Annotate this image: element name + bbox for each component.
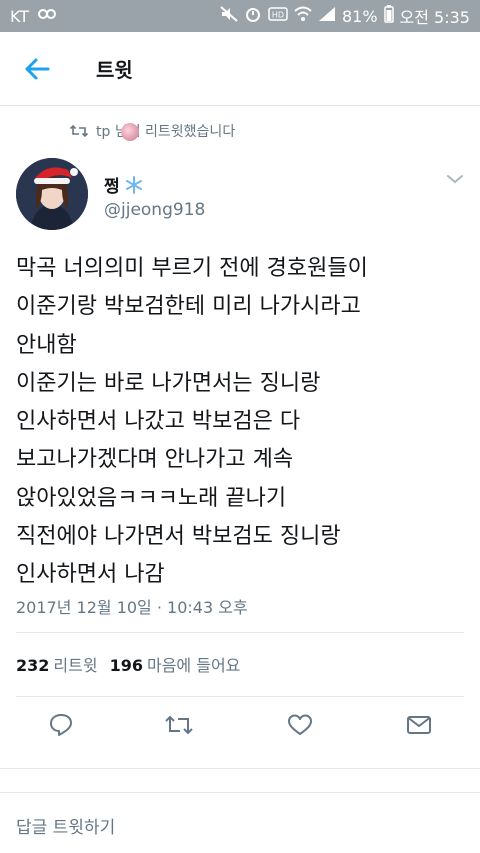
link-icon	[37, 7, 57, 25]
mute-icon	[220, 6, 238, 26]
tweet-stats: 232 리트윗 196 마음에 들어요	[16, 652, 240, 676]
tweet-menu-button[interactable]	[446, 170, 464, 189]
alarm-icon	[244, 5, 262, 27]
wifi-icon	[294, 6, 312, 26]
reply-button[interactable]	[46, 710, 76, 740]
retweeted-by[interactable]: tp 님이 리트윗했습니다	[70, 121, 235, 141]
direct-message-button[interactable]	[404, 710, 434, 740]
back-button[interactable]	[0, 32, 74, 106]
heart-icon	[288, 714, 312, 735]
svg-text:HD: HD	[272, 11, 284, 20]
retweet-icon	[70, 124, 88, 138]
battery-icon	[383, 5, 394, 27]
tweet-timestamp[interactable]: 2017년 12월 10일 · 10:43 오후	[16, 594, 248, 618]
tweet-text: 막곡 너의의미 부르기 전에 경호원들이 이준기랑 박보검한테 미리 나가시라고…	[16, 256, 368, 588]
retweets-count: 232	[16, 656, 50, 675]
divider	[16, 632, 464, 633]
retweeter-avatar	[121, 123, 139, 141]
reply-icon	[50, 714, 72, 736]
chevron-down-icon	[447, 175, 463, 184]
app-bar: 트윗	[0, 32, 480, 106]
tweet-author: 쩡 @jjeong918	[16, 158, 464, 232]
likes-label: 마음에 들어요	[146, 656, 241, 675]
carrier-label: KT	[10, 6, 30, 26]
retweeted-by-text: tp 님이 리트윗했습니다	[96, 124, 236, 140]
arrow-left-icon	[25, 58, 50, 79]
reply-placeholder[interactable]: 답글 트윗하기	[16, 813, 115, 838]
display-name[interactable]: 쩡	[104, 172, 144, 197]
snowflake-icon	[125, 175, 142, 194]
page-title: 트윗	[96, 58, 133, 82]
clock-label: 오전 5:35	[399, 8, 470, 27]
hd-icon: HD	[268, 7, 288, 25]
tweet-actions	[0, 700, 480, 750]
likes-count: 196	[109, 656, 143, 675]
retweets-stat[interactable]: 232 리트윗	[16, 652, 98, 676]
retweet-icon	[165, 715, 193, 735]
status-bar: KT HD 81% 오전 5:35	[0, 0, 480, 32]
display-name-text: 쩡	[104, 177, 120, 197]
envelope-icon	[407, 716, 431, 734]
retweet-button[interactable]	[164, 710, 194, 740]
reply-composer[interactable]: 답글 트윗하기	[0, 792, 480, 853]
avatar[interactable]	[16, 158, 88, 230]
signal-icon	[318, 6, 336, 26]
section-gap	[0, 768, 480, 790]
retweets-label: 리트윗	[53, 656, 98, 675]
user-handle[interactable]: @jjeong918	[104, 200, 205, 220]
divider	[16, 696, 464, 697]
likes-stat[interactable]: 196 마음에 들어요	[110, 652, 241, 676]
like-button[interactable]	[285, 710, 315, 740]
battery-label: 81%	[341, 6, 378, 26]
